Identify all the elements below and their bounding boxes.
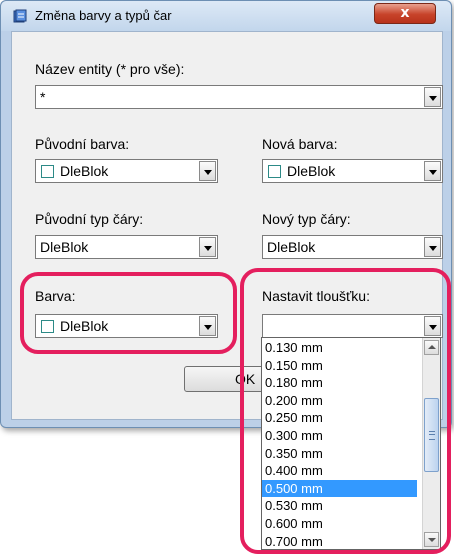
new-color-value: DleBlok <box>287 163 336 179</box>
new-linetype-value: DleBlok <box>267 239 316 255</box>
window-title: Změna barvy a typů čar <box>35 8 172 23</box>
highlight-ring-thickness <box>240 268 451 554</box>
entity-name-value: * <box>40 89 46 105</box>
new-linetype-combo[interactable]: DleBlok <box>262 235 443 259</box>
color-swatch-icon <box>268 165 281 178</box>
new-color-combo[interactable]: DleBlok <box>262 159 443 183</box>
chevron-down-icon[interactable] <box>424 237 441 257</box>
app-icon <box>13 9 27 23</box>
original-linetype-combo[interactable]: DleBlok <box>35 235 218 259</box>
entity-name-combo[interactable]: * <box>35 85 443 109</box>
original-color-combo[interactable]: DleBlok <box>35 159 218 183</box>
title-bar[interactable]: Změna barvy a typů čar x <box>1 1 451 31</box>
chevron-down-icon[interactable] <box>199 237 216 257</box>
color-swatch-icon <box>41 165 54 178</box>
new-linetype-label: Nový typ čáry: <box>262 211 351 227</box>
original-color-label: Původní barva: <box>35 136 130 152</box>
chevron-down-icon[interactable] <box>424 87 441 107</box>
chevron-down-icon[interactable] <box>424 161 441 181</box>
original-color-value: DleBlok <box>60 163 109 179</box>
highlight-ring-color <box>20 272 237 354</box>
original-linetype-value: DleBlok <box>40 239 89 255</box>
close-icon: x <box>400 5 410 21</box>
chevron-down-icon[interactable] <box>199 161 216 181</box>
new-color-label: Nová barva: <box>262 136 338 152</box>
original-linetype-label: Původní typ čáry: <box>35 211 144 227</box>
entity-name-label: Název entity (* pro vše): <box>35 61 185 77</box>
close-button[interactable]: x <box>374 3 436 24</box>
